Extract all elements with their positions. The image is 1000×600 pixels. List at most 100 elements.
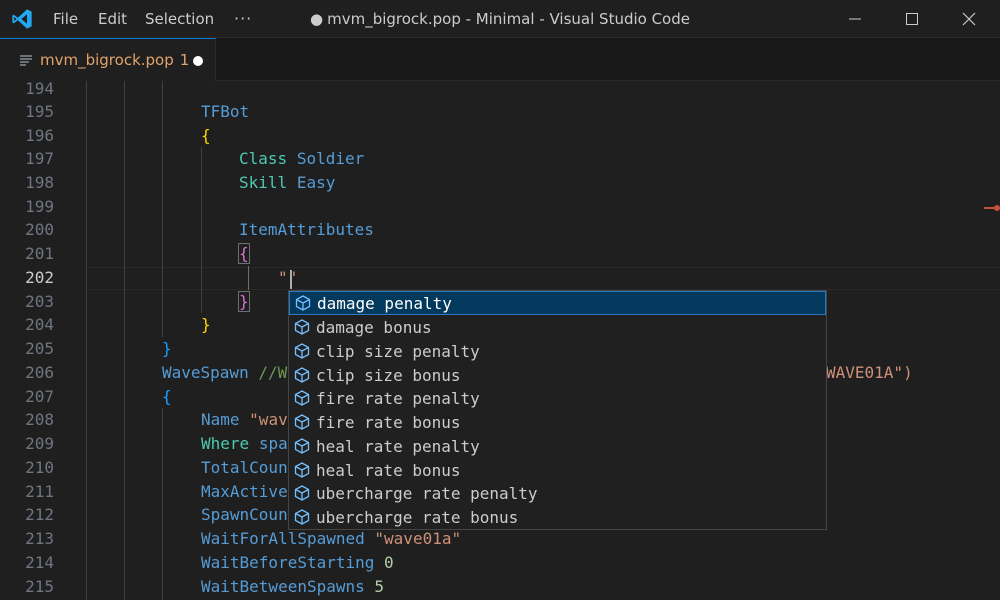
cube-icon [294,319,310,335]
indent-guide [124,81,125,600]
cube-icon [294,343,310,359]
menu-edit[interactable]: Edit [90,0,135,38]
suggestion-item[interactable]: heal rate bonus [289,458,826,482]
line-number: 201 [25,244,54,263]
line-number: 214 [25,553,54,572]
code-line-196: { [201,124,211,148]
cube-icon [294,485,310,501]
code-line-209: Where spa [201,432,288,456]
lines-icon [20,55,32,66]
text-cursor [290,270,292,289]
code-line-215: WaitBetweenSpawns 5 [201,575,384,599]
line-number: 209 [25,434,54,453]
code-line-202: "" [278,266,297,290]
line-number: 196 [25,126,54,145]
token: Name [201,410,240,429]
line-number: 207 [25,387,54,406]
line-number-gutter: 194 195 196 197 198 199 200 201 202 203 … [0,81,70,600]
line-number-active: 202 [25,268,54,287]
token: } [201,315,211,334]
suggestion-label: fire rate bonus [316,412,461,432]
token: Skill [239,173,288,192]
token: WAVE01A") [826,363,913,382]
token: "wav [249,410,288,429]
suggestion-label: fire rate penalty [316,388,480,408]
menu-file[interactable]: File [45,0,86,38]
token: WaveSpawn [162,363,249,382]
autocomplete-widget[interactable]: damage penalty damage bonus clip size pe… [288,290,827,530]
maximize-icon [906,13,918,25]
token: WaitForAllSpawned [201,529,365,548]
token: ItemAttributes [239,220,374,239]
menu-selection[interactable]: Selection [137,0,222,38]
code-line-203: } [238,290,250,314]
code-line-198: Skill Easy [239,171,335,195]
suggestion-item[interactable]: heal rate penalty [289,434,826,458]
suggestion-item[interactable]: damage bonus [289,315,826,339]
suggestion-item[interactable]: fire rate penalty [289,386,826,410]
cube-icon [294,462,310,478]
tab-label: mvm_bigrock.pop [40,51,174,69]
token: TotalCoun [201,458,288,477]
cube-icon [295,295,311,311]
code-line-205: } [162,337,172,361]
error-dot-icon [994,205,1000,211]
token: "wave01a" [374,529,462,548]
token: } [162,339,172,358]
unsaved-indicator[interactable] [193,56,203,66]
indent-guide [162,408,163,600]
token: spa [258,434,288,453]
close-window-button[interactable] [946,0,992,38]
code-line-208: Name "wav [201,408,288,432]
suggestion-item[interactable]: clip size bonus [289,363,826,387]
token: 0 [384,553,394,572]
token: Where [201,434,250,453]
line-number: 208 [25,410,54,429]
suggestion-item-focused[interactable]: damage penalty [289,291,826,315]
matching-bracket: } [238,291,250,312]
menu-more-button[interactable]: ··· [226,0,260,38]
token: Easy [296,173,336,192]
line-number: 195 [25,102,54,121]
token: 5 [374,577,385,596]
indent-guide [86,81,87,600]
matching-bracket: { [238,243,250,264]
code-line-213: WaitForAllSpawned "wave01a" [201,527,461,551]
token: WaitBeforeStarting [201,553,375,572]
tab-mvm-bigrock[interactable]: mvm_bigrock.pop 1 [0,38,216,81]
code-line-206: WaveSpawn //W [162,361,287,385]
suggestion-label: damage penalty [317,293,452,313]
code-line-211: MaxActive [201,480,288,504]
suggestion-item[interactable]: fire rate bonus [289,410,826,434]
cube-icon [294,509,310,525]
line-number: 204 [25,315,54,334]
token: { [201,126,211,145]
token: MaxActive [201,482,288,501]
token: Class [239,149,288,168]
token: Soldier [296,149,365,168]
line-number: 210 [25,458,54,477]
token: { [162,387,172,406]
line-number: 200 [25,220,54,239]
token: SpawnCoun [201,505,288,524]
maximize-button[interactable] [889,0,935,38]
line-number: 211 [25,482,54,501]
minimize-icon [849,18,861,20]
code-line-200: ItemAttributes [239,218,374,242]
suggestion-item[interactable]: clip size penalty [289,339,826,363]
line-number: 197 [25,149,54,168]
line-number: 215 [25,577,54,596]
cube-icon [294,390,310,406]
code-line-201: { [238,242,250,266]
vscode-logo-icon[interactable] [10,8,34,30]
minimize-button[interactable] [832,0,878,38]
suggestion-label: heal rate penalty [316,436,480,456]
suggestion-label: ubercharge rate penalty [316,483,538,503]
suggestion-item[interactable]: ubercharge rate bonus [289,505,826,529]
code-line-206-tail: WAVE01A") [826,361,913,385]
token: WaitBetweenSpawns [201,577,365,596]
line-number: 206 [25,363,54,382]
line-number: 194 [25,81,54,98]
suggestion-item[interactable]: ubercharge rate penalty [289,481,826,505]
line-number: 213 [25,529,54,548]
